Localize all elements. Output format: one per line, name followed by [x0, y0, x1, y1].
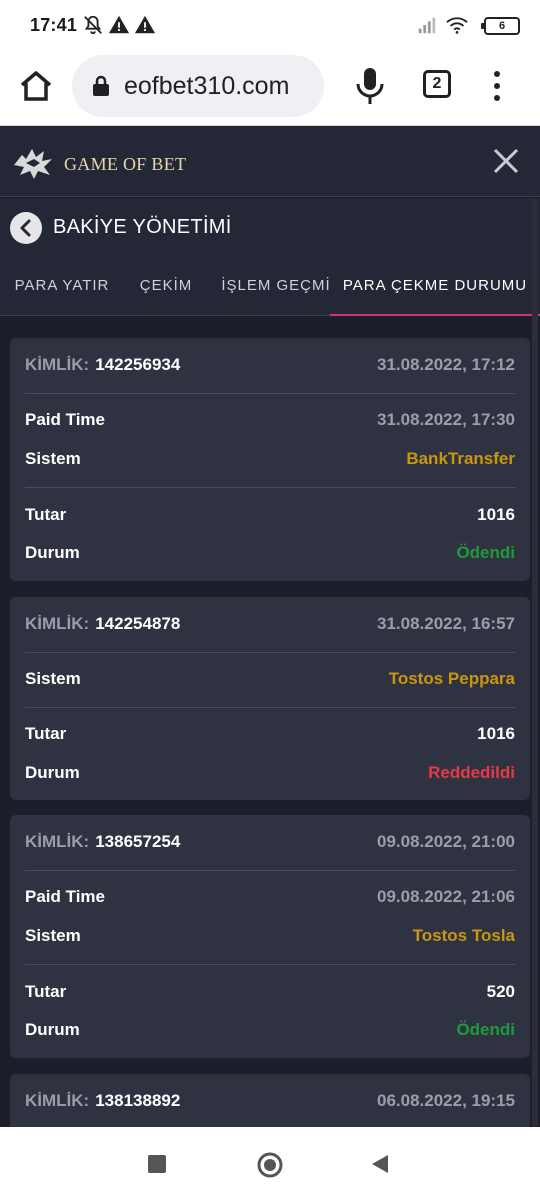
warning-icon: [134, 15, 156, 34]
paid-time-value: 31.08.2022, 17:30: [376, 410, 515, 429]
id-label: KİMLİK: 138138892: [25, 1091, 181, 1110]
card-id-row: KİMLİK: 138138892 06.08.2022, 19:15: [25, 1091, 515, 1115]
system-value: BankTransfer: [406, 449, 515, 468]
withdrawal-card: KİMLİK: 142254878 31.08.2022, 16:57 Siste…: [10, 597, 530, 800]
divider: [25, 870, 515, 871]
home-circle-icon[interactable]: [256, 1151, 284, 1179]
menu-icon[interactable]: [486, 68, 508, 104]
divider: [25, 707, 515, 708]
close-icon[interactable]: [492, 147, 520, 175]
card-id-row: KİMLİK: 142254878 31.08.2022, 16:57: [25, 614, 515, 638]
withdrawal-card: KİMLİK: 138138892 06.08.2022, 19:15: [10, 1074, 530, 1127]
amount-row: Tutar 1016: [25, 505, 515, 529]
divider: [25, 393, 515, 394]
dragon-logo-icon: [14, 149, 52, 179]
amount-value: 520: [486, 982, 515, 1001]
status-label: Durum: [25, 763, 80, 782]
logo-text: GAME OF BET: [64, 154, 187, 174]
browser-toolbar: eofbet310.com 2: [0, 52, 540, 126]
divider: [25, 487, 515, 488]
amount-row: Tutar 1016: [25, 724, 515, 748]
signal-icon: [418, 17, 436, 34]
wifi-icon: [446, 17, 468, 34]
chevron-left-icon: [20, 219, 31, 237]
page-content[interactable]: BAKİYE YÖNETİMİ PARA YATIR ÇEKİM İŞLEM G…: [0, 198, 540, 1127]
status-label: Durum: [25, 543, 80, 562]
home-icon[interactable]: [16, 66, 56, 106]
status-value: Reddedildi: [428, 763, 515, 782]
withdrawal-card: KİMLİK: 138657254 09.08.2022, 21:00 Paid …: [10, 815, 530, 1058]
card-id-row: KİMLİK: 138657254 09.08.2022, 21:00: [25, 832, 515, 856]
system-label: Sistem: [25, 669, 81, 688]
id-label: KİMLİK: 142256934: [25, 355, 181, 374]
amount-value: 1016: [477, 505, 515, 524]
back-triangle-icon[interactable]: [370, 1153, 390, 1175]
id-label: KİMLİK: 138657254: [25, 832, 181, 851]
amount-label: Tutar: [25, 724, 67, 743]
amount-row: Tutar 520: [25, 982, 515, 1006]
request-date: 31.08.2022, 17:12: [376, 355, 515, 374]
withdrawal-id: 142256934: [95, 355, 181, 374]
lock-icon: [93, 75, 109, 96]
tabs-icon[interactable]: 2: [423, 70, 451, 98]
status-bar: 17:41 6: [0, 0, 540, 52]
withdrawal-card: KİMLİK: 142256934 31.08.2022, 17:12 Paid …: [10, 338, 530, 581]
bell-off-icon: [84, 15, 102, 35]
battery-icon: 6: [481, 17, 520, 35]
amount-label: Tutar: [25, 982, 67, 1001]
app-header: GAME OF BET: [0, 127, 540, 197]
system-nav-bar: [0, 1127, 540, 1200]
request-date: 06.08.2022, 19:15: [376, 1091, 515, 1110]
request-date: 09.08.2022, 21:00: [376, 832, 515, 851]
system-value: Tostos Peppara: [388, 669, 515, 688]
mic-icon[interactable]: [352, 64, 388, 108]
system-label: Sistem: [25, 449, 81, 468]
active-tab-indicator: [330, 314, 540, 316]
tab-withdrawal-status[interactable]: PARA ÇEKME DURUMU: [330, 258, 540, 316]
divider: [25, 652, 515, 653]
page-header: BAKİYE YÖNETİMİ: [0, 198, 540, 258]
withdrawal-id: 138138892: [95, 1091, 181, 1110]
url-text: eofbet310.com: [124, 72, 290, 100]
card-id-row: KİMLİK: 142256934 31.08.2022, 17:12: [25, 355, 515, 379]
warning-icon: [108, 15, 130, 34]
system-value: Tostos Tosla: [412, 926, 515, 945]
status-value: Ödendi: [456, 543, 515, 562]
id-label: KİMLİK: 142254878: [25, 614, 181, 633]
back-button[interactable]: [10, 212, 42, 244]
page-title: BAKİYE YÖNETİMİ: [53, 216, 232, 238]
tab-bar: PARA YATIR ÇEKİM İŞLEM GEÇMİ PARA ÇEKME …: [0, 258, 540, 316]
system-row: Sistem Tostos Peppara: [25, 669, 515, 693]
status-row: Durum Ödendi: [25, 543, 515, 567]
system-row: Sistem BankTransfer: [25, 449, 515, 473]
tab-deposit[interactable]: PARA YATIR: [0, 258, 124, 316]
paid-time-label: Paid Time: [25, 887, 105, 906]
status-label: Durum: [25, 1020, 80, 1039]
request-date: 31.08.2022, 16:57: [376, 614, 515, 633]
system-row: Sistem Tostos Tosla: [25, 926, 515, 950]
address-bar[interactable]: eofbet310.com: [72, 55, 324, 117]
system-label: Sistem: [25, 926, 81, 945]
amount-value: 1016: [477, 724, 515, 743]
tab-withdraw[interactable]: ÇEKİM: [124, 258, 208, 316]
status-value: Ödendi: [456, 1020, 515, 1039]
divider: [25, 964, 515, 965]
status-row: Durum Ödendi: [25, 1020, 515, 1044]
recent-apps-icon[interactable]: [148, 1155, 166, 1173]
paid-time-row: Paid Time 31.08.2022, 17:30: [25, 410, 515, 434]
paid-time-row: Paid Time 09.08.2022, 21:06: [25, 887, 515, 911]
status-time: 17:41: [30, 15, 78, 35]
paid-time-value: 09.08.2022, 21:06: [376, 887, 515, 906]
tab-transaction-history[interactable]: İŞLEM GEÇMİ: [214, 258, 338, 316]
status-row: Durum Reddedildi: [25, 763, 515, 787]
withdrawal-id: 142254878: [95, 614, 181, 633]
amount-label: Tutar: [25, 505, 67, 524]
withdrawal-id: 138657254: [95, 832, 181, 851]
scrollbar-track[interactable]: [532, 198, 538, 1127]
paid-time-label: Paid Time: [25, 410, 105, 429]
logo[interactable]: GAME OF BET: [12, 145, 186, 181]
